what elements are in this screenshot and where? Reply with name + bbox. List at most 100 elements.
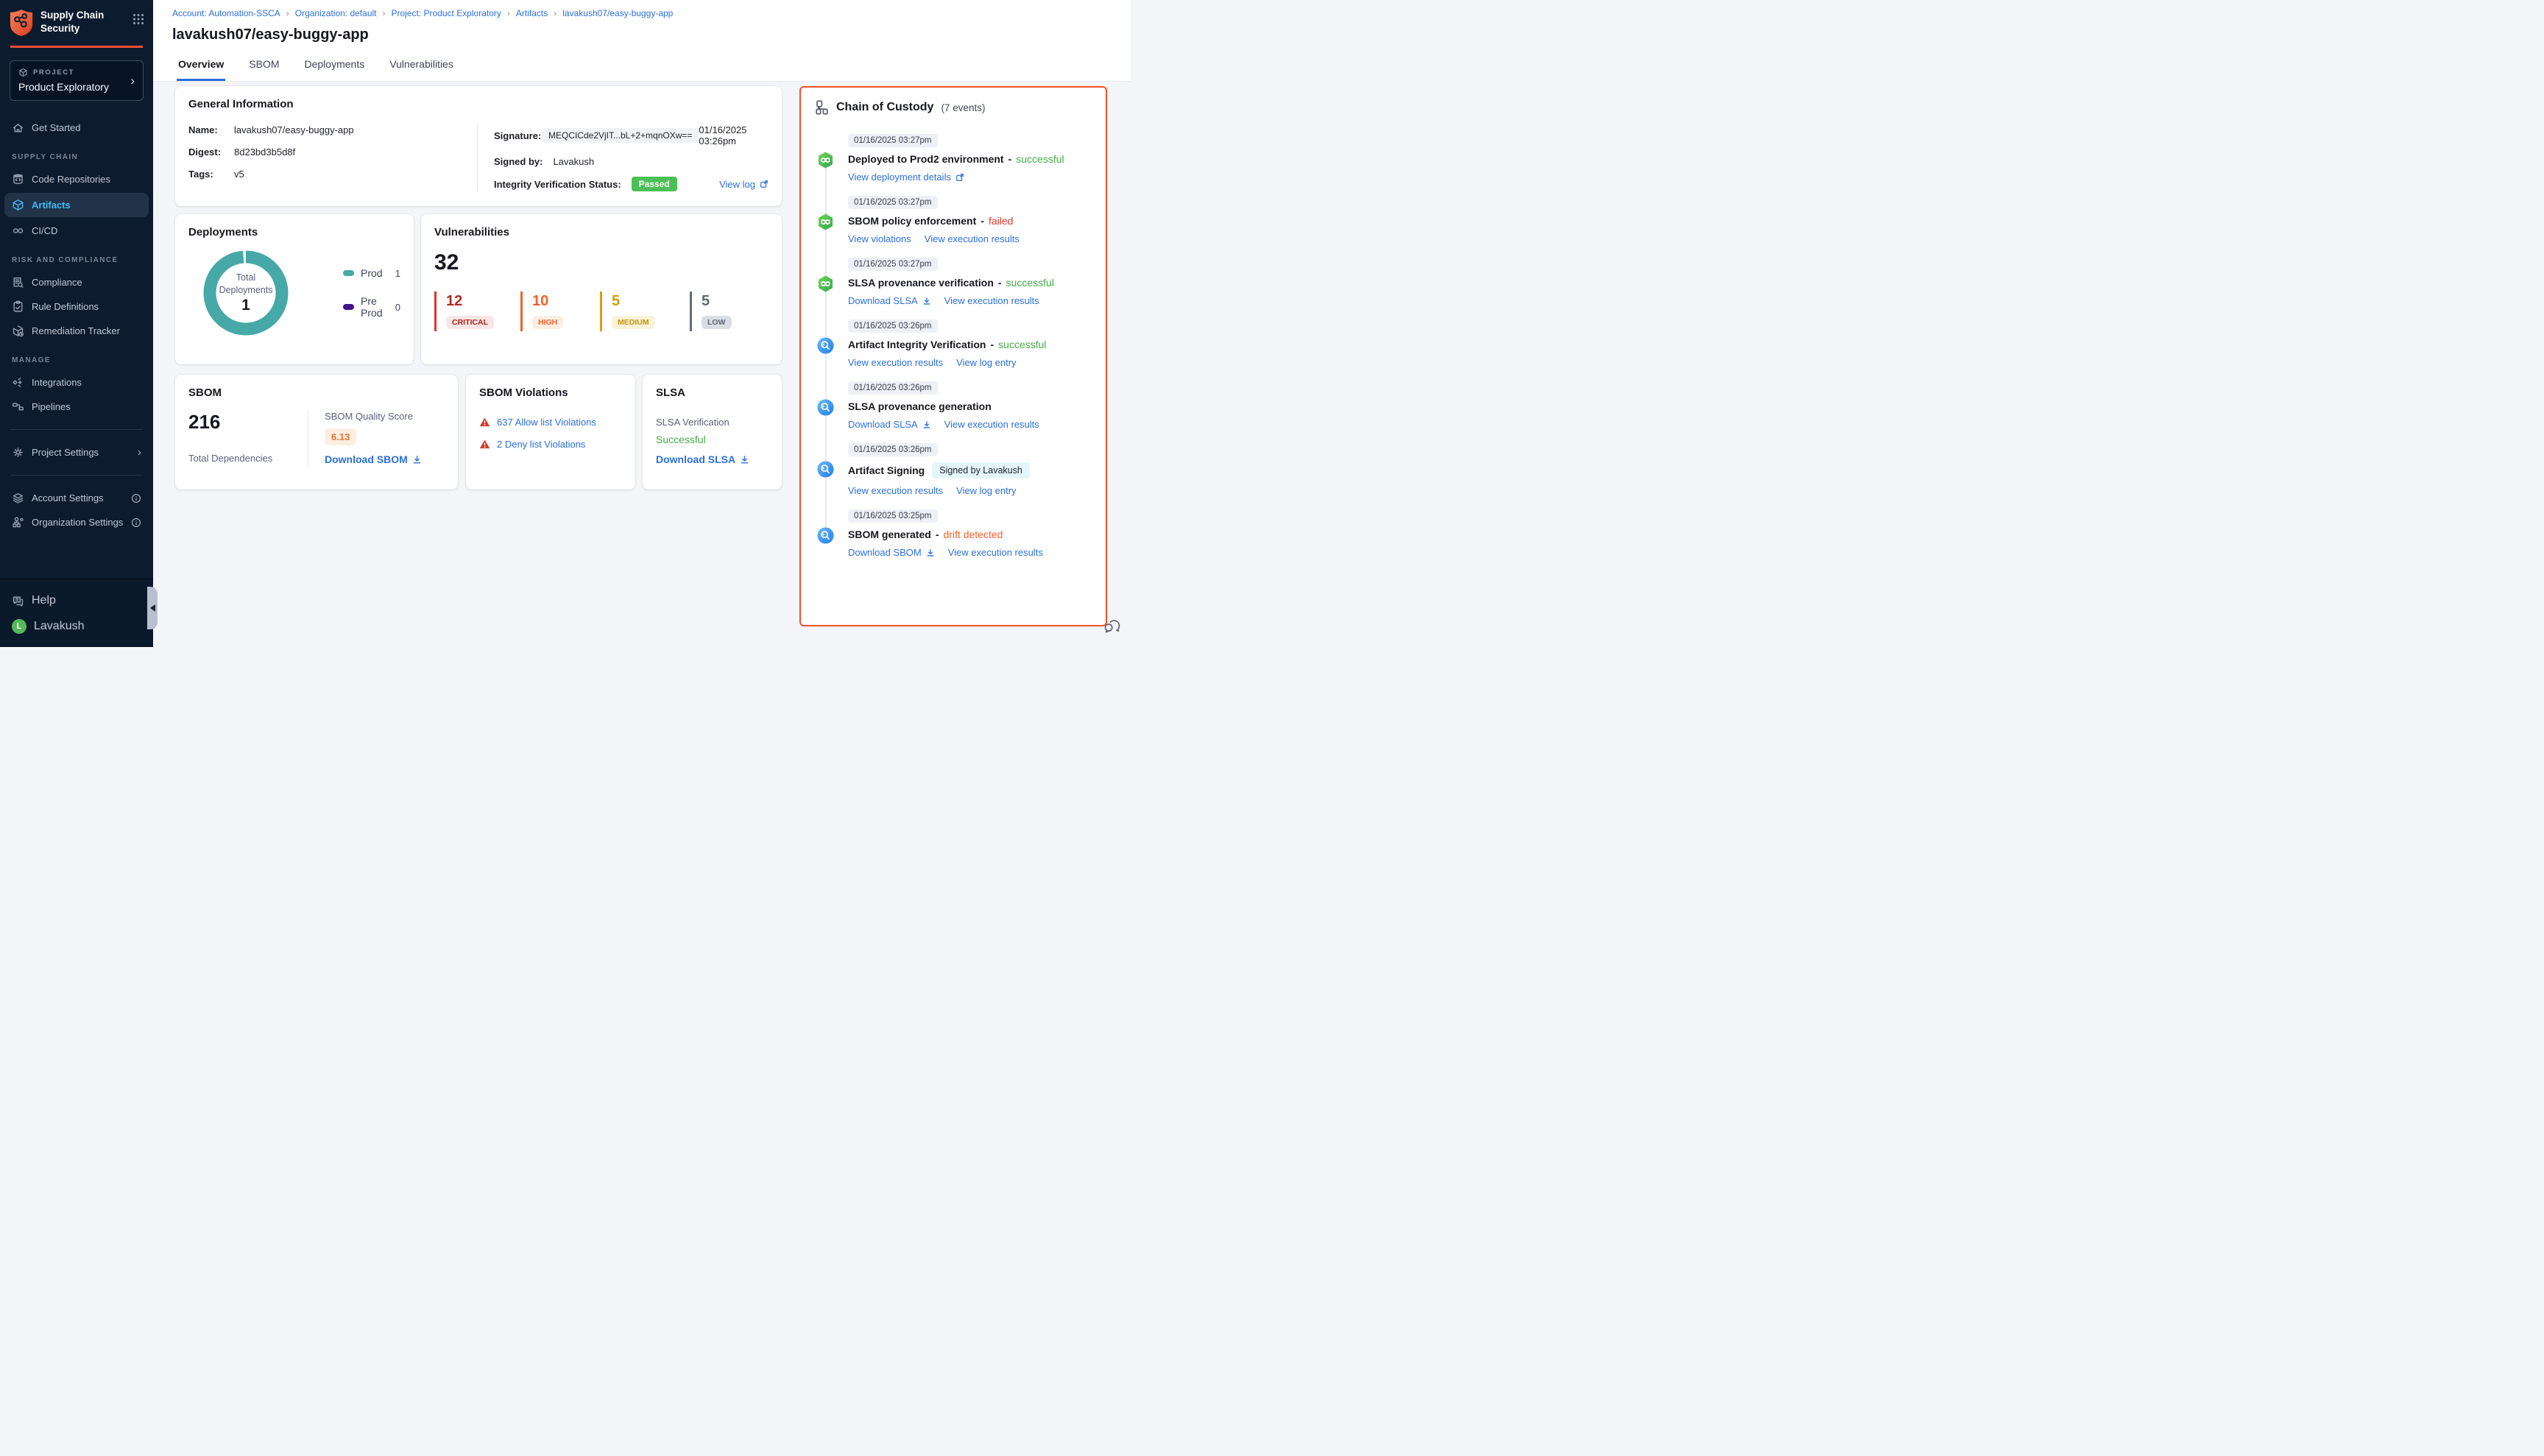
sidebar-nav: Get Started SUPPLY CHAIN Code Repositori… bbox=[0, 116, 153, 534]
sidebar-collapse-handle[interactable] bbox=[147, 587, 158, 629]
event-status: failed bbox=[989, 215, 1013, 227]
deployments-donut-chart: Total Deployments 1 bbox=[197, 244, 294, 342]
slsa-verification-status: Successful bbox=[656, 434, 768, 445]
view-log-entry-link[interactable]: View log entry bbox=[956, 485, 1016, 496]
severity-high: 10 HIGH bbox=[520, 291, 600, 331]
card-title: Deployments bbox=[188, 226, 400, 238]
view-execution-results-link[interactable]: View execution results bbox=[848, 485, 943, 496]
pipelines-icon bbox=[12, 400, 24, 413]
allow-list-violations-link[interactable]: 637 Allow list Violations bbox=[497, 417, 596, 428]
digest-label: Digest: bbox=[188, 146, 224, 158]
legend-item-pre-prod: Pre Prod 0 bbox=[343, 295, 400, 319]
event-title: Artifact Integrity Verification bbox=[848, 339, 986, 350]
sidebar-item-code-repositories[interactable]: Code Repositories bbox=[0, 167, 153, 191]
view-violations-link[interactable]: View violations bbox=[848, 233, 911, 244]
total-dependencies-value: 216 bbox=[188, 411, 308, 434]
breadcrumb-project[interactable]: Project: Product Exploratory bbox=[392, 8, 516, 18]
allow-list-violations-row: 637 Allow list Violations bbox=[479, 417, 622, 428]
view-log-entry-link[interactable]: View log entry bbox=[956, 357, 1016, 368]
project-selector[interactable]: PROJECT Product Exploratory › bbox=[10, 60, 144, 101]
sidebar-item-remediation-tracker[interactable]: Remediation Tracker bbox=[0, 319, 153, 343]
event-timestamp: 01/16/2025 03:26pm bbox=[848, 443, 938, 456]
sidebar-item-label: Remediation Tracker bbox=[32, 325, 120, 336]
warning-triangle-icon bbox=[479, 439, 490, 450]
view-execution-results-link[interactable]: View execution results bbox=[948, 547, 1043, 558]
download-slsa-link[interactable]: Download SLSA bbox=[848, 419, 931, 430]
info-icon bbox=[131, 493, 141, 503]
sidebar-item-account-settings[interactable]: Account Settings bbox=[0, 486, 153, 510]
view-execution-results-link[interactable]: View execution results bbox=[944, 295, 1039, 306]
sidebar-item-label: Account Settings bbox=[32, 492, 104, 503]
help-chat-icon bbox=[12, 595, 24, 607]
sidebar-item-get-started[interactable]: Get Started bbox=[0, 116, 153, 140]
view-execution-results-link[interactable]: View execution results bbox=[848, 357, 943, 368]
card-title: SLSA bbox=[656, 386, 768, 399]
sidebar-item-rule-definitions[interactable]: Rule Definitions bbox=[0, 294, 153, 319]
sidebar-item-compliance[interactable]: Compliance bbox=[0, 270, 153, 294]
feedback-chat-icon[interactable] bbox=[1103, 616, 1122, 635]
deny-list-violations-link[interactable]: 2 Deny list Violations bbox=[497, 439, 585, 450]
view-execution-results-link[interactable]: View execution results bbox=[925, 233, 1020, 244]
event-title: Artifact Signing bbox=[848, 464, 925, 476]
tab-bar: Overview SBOM Deployments Vulnerabilitie… bbox=[172, 55, 1112, 81]
sidebar-footer: Help L Lavakush bbox=[0, 579, 153, 647]
view-deployment-details-link[interactable]: View deployment details bbox=[848, 172, 964, 183]
event-title: SLSA provenance verification bbox=[848, 277, 994, 289]
tags-value: v5 bbox=[234, 169, 244, 180]
sidebar-item-pipelines[interactable]: Pipelines bbox=[0, 395, 153, 419]
sbom-violations-card: SBOM Violations 637 Allow list Violation… bbox=[466, 375, 635, 490]
sidebar-user[interactable]: L Lavakush bbox=[0, 613, 153, 640]
low-count: 5 bbox=[702, 293, 749, 310]
sidebar-item-help[interactable]: Help bbox=[0, 588, 153, 613]
module-grid-icon[interactable] bbox=[132, 13, 144, 25]
sidebar-item-project-settings[interactable]: Project Settings › bbox=[0, 440, 153, 464]
severity-low: 5 LOW bbox=[690, 291, 749, 331]
total-deployments-value: 1 bbox=[241, 297, 250, 314]
download-sbom-link[interactable]: Download SBOM bbox=[848, 547, 935, 558]
sidebar-item-cicd[interactable]: CI/CD bbox=[0, 219, 153, 243]
download-slsa-link[interactable]: Download SLSA bbox=[656, 453, 749, 465]
event-status: drift detected bbox=[943, 529, 1003, 540]
tab-overview[interactable]: Overview bbox=[177, 55, 225, 81]
view-log-link[interactable]: View log bbox=[719, 179, 768, 190]
breadcrumb-account[interactable]: Account: Automation-SSCA bbox=[172, 8, 295, 18]
download-sbom-link[interactable]: Download SBOM bbox=[325, 453, 422, 465]
tab-vulnerabilities[interactable]: Vulnerabilities bbox=[388, 55, 455, 81]
org-gear-icon bbox=[12, 516, 24, 529]
signed-by-badge: Signed by Lavakush bbox=[932, 462, 1030, 478]
pipeline-badge-icon bbox=[816, 213, 835, 231]
tab-deployments[interactable]: Deployments bbox=[303, 55, 367, 81]
coc-event-slsa-generation: 01/16/2025 03:26pm SLSA provenance gener… bbox=[816, 381, 1091, 430]
sidebar-item-label: Pipelines bbox=[32, 401, 71, 412]
breadcrumb-current[interactable]: lavakush07/easy-buggy-app bbox=[562, 8, 673, 18]
sidebar: Supply Chain Security PROJECT bbox=[0, 0, 153, 647]
tab-sbom[interactable]: SBOM bbox=[247, 55, 280, 81]
card-title: Vulnerabilities bbox=[434, 226, 768, 238]
cube-wrench-icon bbox=[12, 325, 24, 337]
prod-count: 1 bbox=[395, 268, 400, 279]
sidebar-item-integrations[interactable]: Integrations bbox=[0, 370, 153, 395]
breadcrumb-organization[interactable]: Organization: default bbox=[295, 8, 392, 18]
clipboard-check-icon bbox=[12, 300, 24, 313]
high-badge: HIGH bbox=[532, 316, 563, 329]
artifact-cube-icon bbox=[12, 199, 24, 211]
event-timestamp: 01/16/2025 03:25pm bbox=[848, 509, 938, 523]
integrations-icon bbox=[12, 376, 24, 389]
download-slsa-link[interactable]: Download SLSA bbox=[848, 295, 931, 306]
sbom-card: SBOM 216 Total Dependencies SBOM Quality… bbox=[175, 375, 458, 490]
sidebar-item-artifacts[interactable]: Artifacts bbox=[4, 193, 149, 217]
divider bbox=[10, 429, 143, 430]
event-title: Deployed to Prod2 environment bbox=[848, 153, 1004, 165]
sidebar-section-risk-compliance: RISK AND COMPLIANCE bbox=[0, 243, 153, 270]
project-cube-icon bbox=[18, 68, 28, 77]
download-icon bbox=[740, 455, 749, 464]
download-icon bbox=[922, 297, 931, 305]
hierarchy-icon bbox=[816, 100, 829, 115]
card-title: SBOM bbox=[188, 386, 445, 399]
view-execution-results-link[interactable]: View execution results bbox=[944, 419, 1039, 430]
chain-of-custody-event-count: (7 events) bbox=[941, 102, 985, 113]
severity-row: 12 CRITICAL 10 HIGH 5 MEDIUM 5 LOW bbox=[434, 291, 768, 331]
sidebar-item-organization-settings[interactable]: Organization Settings bbox=[0, 510, 153, 534]
code-repository-icon bbox=[12, 173, 24, 185]
breadcrumb-artifacts[interactable]: Artifacts bbox=[516, 8, 562, 18]
